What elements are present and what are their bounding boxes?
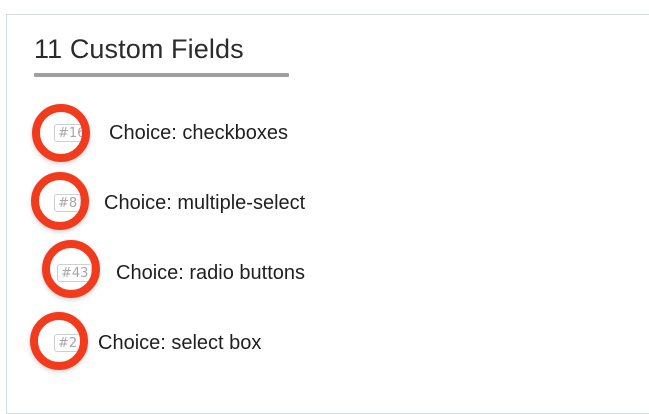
- field-id-badge: #8: [54, 194, 82, 212]
- field-id-badge: #43: [57, 264, 93, 282]
- field-label[interactable]: Choice: radio buttons: [116, 262, 305, 284]
- custom-field-row-radio-buttons: #43 Choice: radio buttons: [0, 254, 649, 290]
- title-underline: [34, 73, 289, 77]
- section-title: 11 Custom Fields: [34, 34, 244, 64]
- custom-field-row-select-box: #2 Choice: select box: [0, 324, 649, 360]
- field-label[interactable]: Choice: select box: [98, 332, 261, 354]
- field-label[interactable]: Choice: multiple-select: [104, 192, 305, 214]
- field-id-badge: #2: [54, 334, 82, 352]
- custom-field-row-multiple-select: #8 Choice: multiple-select: [0, 184, 649, 220]
- custom-field-row-checkboxes: #16 Choice: checkboxes: [0, 114, 649, 150]
- field-label[interactable]: Choice: checkboxes: [109, 122, 288, 144]
- field-id-badge: #16: [54, 124, 90, 142]
